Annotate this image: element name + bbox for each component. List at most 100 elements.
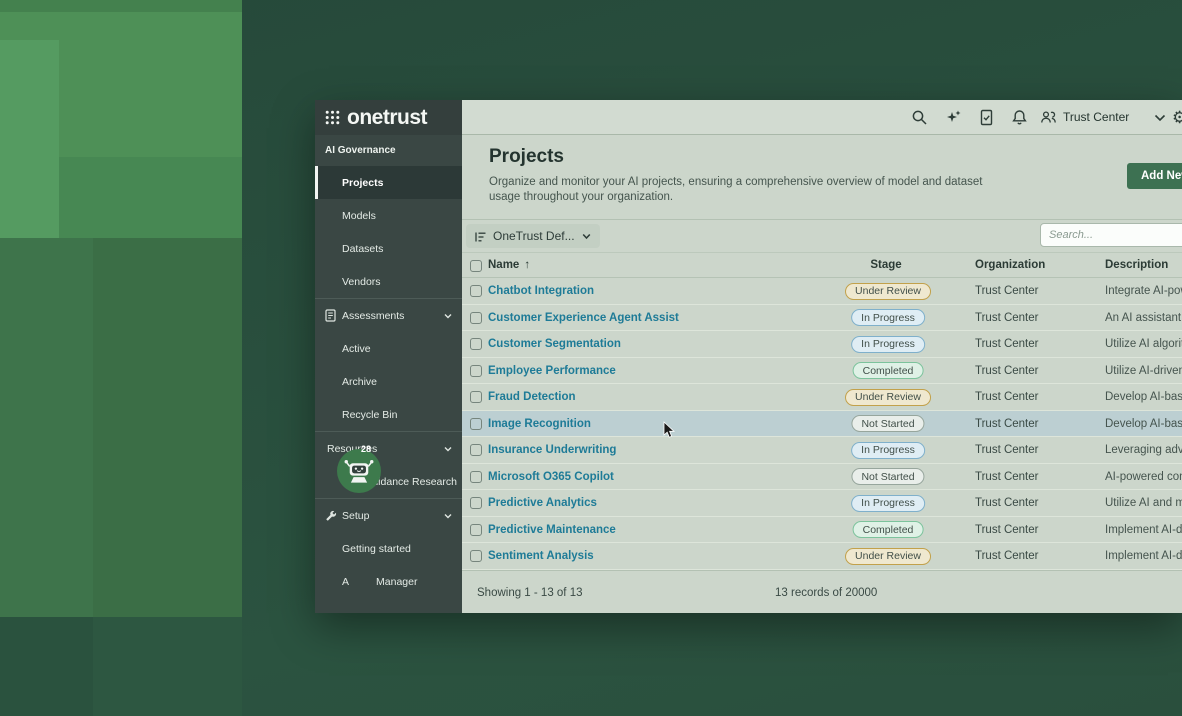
avatar-badge: 28 xyxy=(361,444,371,454)
row-checkbox[interactable] xyxy=(470,524,482,536)
column-stage[interactable]: Stage xyxy=(870,259,901,271)
sidebar-item-datasets[interactable]: Datasets xyxy=(315,232,462,265)
chevron-down-icon xyxy=(443,311,453,321)
organization-cell: Trust Center xyxy=(975,312,1038,324)
description-cell: Utilize AI-driven an xyxy=(1105,365,1182,377)
settings-gear-icon[interactable]: ⚙ xyxy=(1172,108,1182,128)
notifications-icon[interactable] xyxy=(1011,109,1028,126)
org-people-icon[interactable] xyxy=(1040,109,1057,126)
project-name-link[interactable]: Predictive Maintenance xyxy=(488,524,616,536)
sidebar-item-vendors[interactable]: Vendors xyxy=(315,265,462,298)
table-body: Chatbot Integration Under Review Trust C… xyxy=(462,278,1182,570)
document-check-icon[interactable] xyxy=(978,109,995,126)
table-footer: Showing 1 - 13 of 13 13 records of 20000 xyxy=(462,570,1182,614)
column-name[interactable]: Name↑ xyxy=(488,259,530,271)
add-new-button[interactable]: Add New xyxy=(1127,163,1182,189)
stage-badge: Not Started xyxy=(851,415,924,432)
table-header: Name↑ Stage Organization Description xyxy=(462,252,1182,278)
main-content: Trust Center ⚙ Projects Organize and mon… xyxy=(462,100,1182,613)
background-block xyxy=(59,157,242,238)
column-organization[interactable]: Organization xyxy=(975,259,1045,271)
row-checkbox[interactable] xyxy=(470,391,482,403)
assistant-avatar[interactable]: 28 xyxy=(337,449,381,493)
topbar: Trust Center ⚙ xyxy=(462,100,1182,135)
row-checkbox[interactable] xyxy=(470,365,482,377)
table-row[interactable]: Predictive Analytics In Progress Trust C… xyxy=(462,490,1182,517)
sidebar-item-getting-started[interactable]: Getting started xyxy=(315,532,462,565)
row-checkbox[interactable] xyxy=(470,497,482,509)
project-name-link[interactable]: Image Recognition xyxy=(488,418,591,430)
description-cell: An AI assistant for c xyxy=(1105,312,1182,324)
organization-cell: Trust Center xyxy=(975,497,1038,509)
ai-sparkles-icon[interactable] xyxy=(945,109,962,126)
project-name-link[interactable]: Chatbot Integration xyxy=(488,285,594,297)
row-checkbox[interactable] xyxy=(470,338,482,350)
logo[interactable]: onetrust xyxy=(315,100,462,135)
table-row[interactable]: Insurance Underwriting In Progress Trust… xyxy=(462,437,1182,464)
table-row[interactable]: Fraud Detection Under Review Trust Cente… xyxy=(462,384,1182,411)
table-row[interactable]: Customer Segmentation In Progress Trust … xyxy=(462,331,1182,358)
project-name-link[interactable]: Microsoft O365 Copilot xyxy=(488,471,614,483)
project-name-link[interactable]: Fraud Detection xyxy=(488,391,576,403)
mouse-cursor xyxy=(663,421,677,439)
sidebar-item-active[interactable]: Active xyxy=(315,332,462,365)
row-checkbox[interactable] xyxy=(470,312,482,324)
chevron-down-icon[interactable] xyxy=(1153,111,1167,125)
row-checkbox[interactable] xyxy=(470,444,482,456)
organization-cell: Trust Center xyxy=(975,444,1038,456)
project-name-link[interactable]: Employee Performance xyxy=(488,365,616,377)
project-name-link[interactable]: Predictive Analytics xyxy=(488,497,597,509)
table-row[interactable]: Microsoft O365 Copilot Not Started Trust… xyxy=(462,464,1182,491)
row-checkbox[interactable] xyxy=(470,550,482,562)
page-description: Organize and monitor your AI projects, e… xyxy=(489,175,999,205)
table-row[interactable]: Predictive Maintenance Completed Trust C… xyxy=(462,517,1182,544)
table-row[interactable]: Sentiment Analysis Under Review Trust Ce… xyxy=(462,543,1182,570)
search-input[interactable] xyxy=(1040,223,1182,247)
description-cell: Leveraging advanc xyxy=(1105,444,1182,456)
view-selector[interactable]: OneTrust Def... xyxy=(466,224,600,248)
stage-badge: Under Review xyxy=(845,548,931,565)
assessment-doc-icon xyxy=(324,309,337,322)
background-block xyxy=(0,0,242,12)
chevron-down-icon xyxy=(443,444,453,454)
table-row[interactable]: Chatbot Integration Under Review Trust C… xyxy=(462,278,1182,305)
search-icon[interactable] xyxy=(911,109,928,126)
stage-badge: Not Started xyxy=(851,468,924,485)
record-count: 13 records of 20000 xyxy=(775,587,877,599)
row-checkbox[interactable] xyxy=(470,285,482,297)
select-all-checkbox[interactable] xyxy=(470,260,482,272)
organization-cell: Trust Center xyxy=(975,550,1038,562)
sidebar-item-recycle-bin[interactable]: Recycle Bin xyxy=(315,398,462,431)
row-checkbox[interactable] xyxy=(470,471,482,483)
description-cell: Implement AI-drive xyxy=(1105,524,1182,536)
organization-cell: Trust Center xyxy=(975,418,1038,430)
description-cell: Implement AI-drive xyxy=(1105,550,1182,562)
stage-badge: Under Review xyxy=(845,389,931,406)
table-row[interactable]: Employee Performance Completed Trust Cen… xyxy=(462,358,1182,385)
page-title: Projects xyxy=(489,146,564,168)
app-window: onetrust AI Governance Projects Models D… xyxy=(315,100,1182,613)
sidebar-item-archive[interactable]: Archive xyxy=(315,365,462,398)
project-name-link[interactable]: Sentiment Analysis xyxy=(488,550,594,562)
sidebar-item-projects[interactable]: Projects xyxy=(315,166,462,199)
project-name-link[interactable]: Customer Experience Agent Assist xyxy=(488,312,679,324)
row-checkbox[interactable] xyxy=(470,418,482,430)
account-selector[interactable]: Trust Center xyxy=(1063,110,1129,124)
organization-cell: Trust Center xyxy=(975,391,1038,403)
stage-badge: In Progress xyxy=(851,309,925,326)
project-name-link[interactable]: Insurance Underwriting xyxy=(488,444,616,456)
background-block xyxy=(93,617,242,716)
description-cell: Develop AI-based f xyxy=(1105,391,1182,403)
table-row-hovered[interactable]: Image Recognition Not Started Trust Cent… xyxy=(462,411,1182,438)
project-name-link[interactable]: Customer Segmentation xyxy=(488,338,621,350)
column-description[interactable]: Description xyxy=(1105,259,1168,271)
sidebar-item-manager[interactable]: A Manager xyxy=(315,565,462,598)
table-row[interactable]: Customer Experience Agent Assist In Prog… xyxy=(462,305,1182,332)
description-cell: AI-powered conten xyxy=(1105,471,1182,483)
background-block xyxy=(93,238,242,617)
sidebar-item-assessments[interactable]: Assessments xyxy=(315,299,462,332)
description-cell: Develop AI-based i xyxy=(1105,418,1182,430)
sidebar-item-models[interactable]: Models xyxy=(315,199,462,232)
stage-badge: In Progress xyxy=(851,495,925,512)
sidebar-item-setup[interactable]: Setup xyxy=(315,499,462,532)
